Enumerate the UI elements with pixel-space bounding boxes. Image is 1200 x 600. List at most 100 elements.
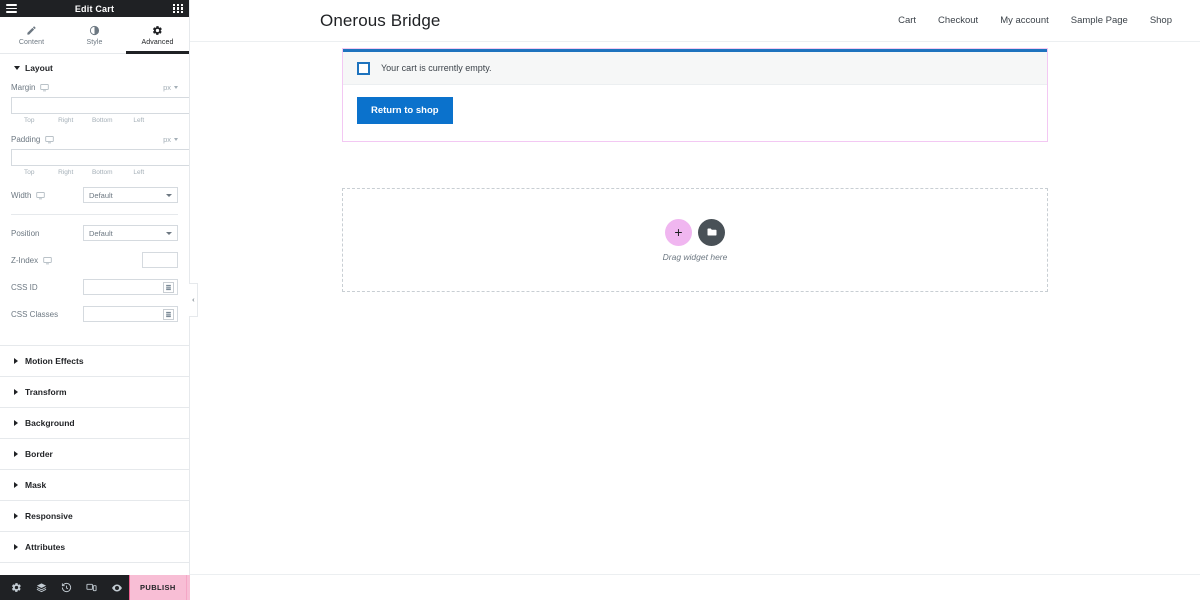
accordion-responsive[interactable]: Responsive [0, 500, 189, 531]
accordion-motion-effects[interactable]: Motion Effects [0, 345, 189, 376]
desktop-icon[interactable] [40, 83, 50, 92]
position-select[interactable]: Default [83, 225, 178, 241]
preview-icon[interactable] [104, 575, 129, 600]
nav-link-checkout[interactable]: Checkout [938, 15, 978, 26]
css-classes-control: CSS Classes [11, 306, 178, 322]
chevron-down-icon [166, 231, 172, 235]
width-label: Width [11, 190, 32, 200]
position-value: Default [89, 228, 113, 238]
margin-inputs [11, 97, 189, 114]
panel-footer: PUBLISH [0, 575, 207, 600]
return-to-shop-button[interactable]: Return to shop [357, 97, 453, 124]
publish-button[interactable]: PUBLISH [130, 583, 186, 592]
dropzone-text: Drag widget here [662, 251, 728, 262]
panel-collapse-button[interactable] [189, 283, 198, 317]
nav-link-cart[interactable]: Cart [898, 15, 916, 26]
width-select[interactable]: Default [83, 187, 178, 203]
accordion-transform-label: Transform [25, 387, 67, 397]
history-icon[interactable] [54, 575, 79, 600]
padding-label: Padding [11, 135, 41, 144]
chevron-right-icon [14, 420, 18, 426]
padding-top-input[interactable] [11, 149, 189, 166]
css-classes-label: CSS Classes [11, 309, 59, 319]
cart-empty-notice: Your cart is currently empty. [343, 52, 1047, 85]
tab-content[interactable]: Content [0, 17, 63, 53]
width-control: Width Default [11, 187, 178, 203]
chevron-right-icon [14, 451, 18, 457]
padding-unit-selector[interactable]: px [163, 135, 178, 144]
footer-tools [0, 575, 129, 600]
chevron-down-icon [166, 193, 172, 197]
chevron-down-icon [14, 66, 20, 70]
plus-icon[interactable]: + [665, 218, 692, 246]
panel-header: Edit Cart [0, 0, 189, 17]
z-index-input[interactable] [142, 252, 178, 268]
hamburger-icon[interactable] [6, 4, 17, 13]
page-content: Your cart is currently empty. Return to … [190, 48, 1200, 292]
gear-icon [152, 25, 163, 36]
position-label: Position [11, 228, 40, 238]
accordion-transform[interactable]: Transform [0, 376, 189, 407]
accordion-border[interactable]: Border [0, 438, 189, 469]
width-value: Default [89, 190, 113, 200]
css-id-control: CSS ID [11, 279, 178, 295]
cart-widget[interactable]: Your cart is currently empty. Return to … [342, 48, 1048, 142]
settings-icon[interactable] [4, 575, 29, 600]
tab-advanced[interactable]: Advanced [126, 17, 189, 54]
folder-icon[interactable] [698, 218, 725, 246]
margin-left-label: Left [133, 117, 145, 124]
padding-left-label: Left [133, 169, 145, 176]
responsive-mode-icon[interactable] [79, 575, 104, 600]
accordion-mask-label: Mask [25, 480, 47, 490]
margin-control: Margin px Top Right Bottom Left [11, 83, 189, 124]
navigator-icon[interactable] [29, 575, 54, 600]
pencil-icon [26, 25, 37, 36]
panel-tabs: Content Style Advanced [0, 17, 189, 54]
position-control: Position Default [11, 225, 178, 241]
nav-link-my-account[interactable]: My account [1000, 15, 1049, 26]
css-id-input[interactable] [83, 279, 178, 295]
site-header: Onerous Bridge Cart Checkout My account … [190, 0, 1200, 42]
layout-section: Layout Margin px Top Right Bottom Left P… [0, 54, 189, 345]
desktop-icon[interactable] [36, 191, 46, 200]
grid-icon[interactable] [173, 3, 183, 14]
layout-section-title: Layout [25, 63, 53, 73]
margin-top-label: Top [24, 117, 35, 124]
nav-link-shop[interactable]: Shop [1150, 15, 1172, 26]
padding-bottom-label: Bottom [91, 169, 113, 176]
site-title: Onerous Bridge [320, 10, 441, 30]
panel-title: Edit Cart [74, 3, 115, 14]
contrast-icon [89, 25, 100, 36]
accordion-attributes[interactable]: Attributes [0, 531, 189, 563]
tab-content-label: Content [18, 38, 45, 46]
info-square-icon [357, 61, 370, 75]
tab-style[interactable]: Style [63, 17, 126, 53]
padding-top-label: Top [24, 169, 35, 176]
dynamic-tags-icon[interactable] [163, 281, 174, 293]
dynamic-tags-icon[interactable] [163, 308, 174, 320]
chevron-right-icon [14, 358, 18, 364]
margin-label: Margin [11, 83, 36, 92]
css-classes-input[interactable] [83, 306, 178, 322]
accordion-responsive-label: Responsive [25, 511, 73, 521]
chevron-right-icon [14, 482, 18, 488]
cart-empty-notice-text: Your cart is currently empty. [381, 63, 492, 73]
layout-section-header[interactable]: Layout [11, 54, 178, 83]
site-nav: Cart Checkout My account Sample Page Sho… [898, 15, 1172, 26]
desktop-icon[interactable] [45, 135, 54, 144]
widget-dropzone[interactable]: + Drag widget here [342, 188, 1048, 292]
chevron-right-icon [14, 389, 18, 395]
chevron-right-icon [14, 544, 18, 550]
margin-top-input[interactable] [11, 97, 189, 114]
dropzone-buttons: + [665, 218, 725, 246]
cart-body: Return to shop [343, 85, 1047, 141]
accordion-mask[interactable]: Mask [0, 469, 189, 500]
margin-right-label: Right [58, 117, 74, 124]
nav-link-sample-page[interactable]: Sample Page [1071, 15, 1128, 26]
desktop-icon[interactable] [43, 256, 52, 265]
accordion-border-label: Border [25, 449, 53, 459]
margin-unit-selector[interactable]: px [163, 83, 178, 92]
accordion-background[interactable]: Background [0, 407, 189, 438]
